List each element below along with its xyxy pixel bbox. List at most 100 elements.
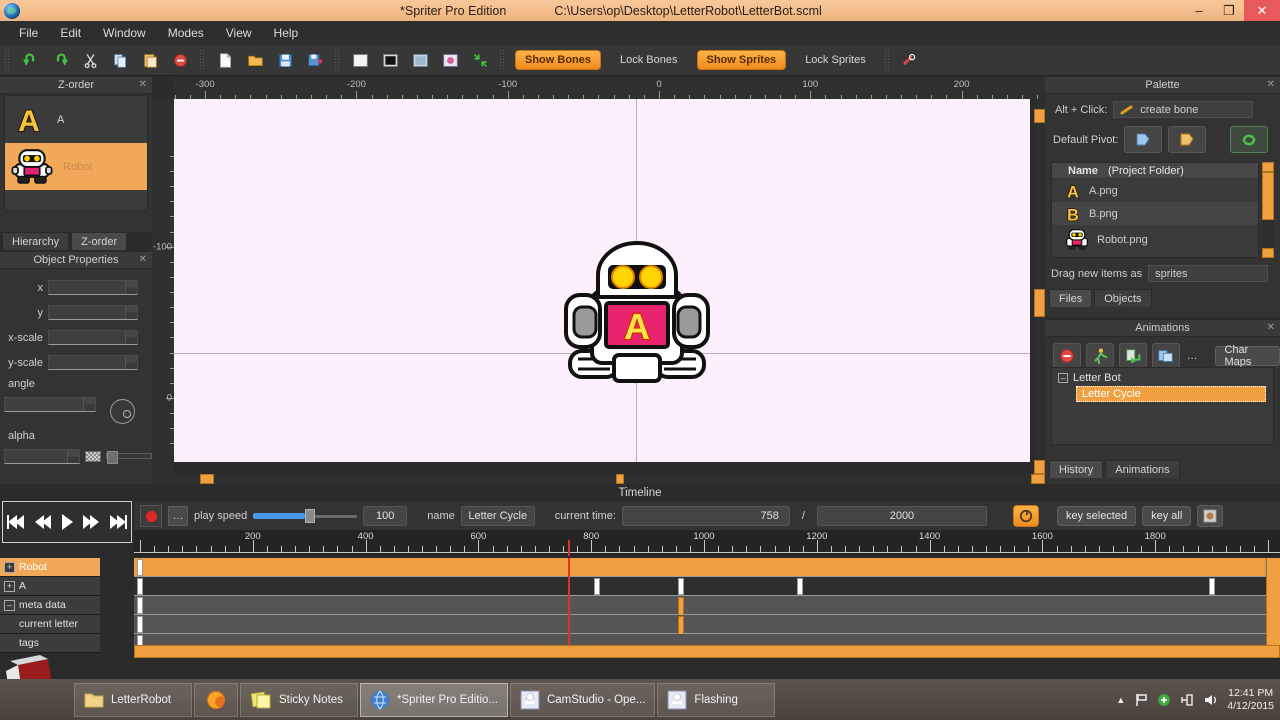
menu-view[interactable]: View — [215, 23, 263, 43]
show-bones-toggle[interactable]: Show Bones — [515, 50, 602, 70]
angle-dial[interactable] — [110, 399, 135, 424]
file-item-robot[interactable]: Robot.png — [1052, 225, 1258, 255]
toolbar-grip-3[interactable] — [334, 49, 341, 71]
clock[interactable]: 12:41 PM 4/12/2015 — [1227, 687, 1274, 713]
tab-hierarchy[interactable]: Hierarchy — [2, 232, 70, 250]
zorder-item-a[interactable]: A A — [5, 96, 147, 143]
play-icon[interactable] — [59, 512, 75, 532]
show-sprites-toggle[interactable]: Show Sprites — [696, 50, 787, 70]
new-file-icon[interactable] — [212, 48, 238, 72]
play-speed-value[interactable]: 100 — [363, 506, 408, 526]
y-scale-field[interactable] — [48, 355, 138, 370]
pivot-orange-icon[interactable] — [1168, 126, 1207, 153]
keyframe-marker[interactable] — [137, 578, 143, 595]
canvas-scrollbar-horizontal[interactable] — [174, 474, 1045, 484]
more-icon[interactable]: … — [168, 506, 188, 526]
toolbar-grip[interactable] — [4, 49, 11, 71]
menu-help[interactable]: Help — [263, 23, 310, 43]
delete-icon[interactable] — [167, 48, 193, 72]
track-label-current-letter[interactable]: current letter — [0, 615, 100, 634]
save-icon[interactable] — [272, 48, 298, 72]
expander-icon[interactable]: – — [1058, 373, 1068, 383]
animation-item-letter-cycle[interactable]: Letter Cycle — [1076, 386, 1266, 402]
robot-sprite[interactable]: A — [562, 239, 712, 399]
undo-icon[interactable] — [17, 48, 43, 72]
angle-field[interactable] — [4, 397, 96, 412]
play-speed-slider[interactable] — [253, 509, 358, 523]
total-time-field[interactable]: 2000 — [816, 506, 987, 526]
taskbar-item-spriter[interactable]: *Spriter Pro Editio... — [360, 682, 508, 717]
run-person-icon[interactable] — [1085, 343, 1114, 368]
copy-icon[interactable] — [107, 48, 133, 72]
sync-icon[interactable] — [1157, 693, 1171, 707]
keyframe-marker[interactable] — [1208, 578, 1215, 595]
taskbar-item-flashing[interactable]: Flashing — [657, 682, 776, 717]
timeline-playhead[interactable] — [567, 558, 570, 656]
pivot-blue-icon[interactable] — [1124, 126, 1163, 153]
track-label-a[interactable]: + A — [0, 577, 100, 596]
timeline-track-a[interactable] — [134, 577, 1280, 596]
taskbar-item-letterrobot[interactable]: LetterRobot — [74, 682, 192, 717]
keyframe-marker[interactable] — [593, 578, 600, 595]
toolbar-grip-5[interactable] — [883, 49, 891, 71]
alpha-slider[interactable] — [106, 451, 152, 464]
cut-icon[interactable] — [77, 48, 103, 72]
key-all-button[interactable]: key all — [1142, 506, 1192, 526]
taskbar-item-firefox[interactable] — [194, 682, 238, 717]
redo-icon[interactable] — [47, 48, 73, 72]
network-icon[interactable] — [1180, 693, 1194, 707]
zorder-item-robot[interactable]: Robot — [5, 143, 147, 190]
alt-click-mode-select[interactable]: create bone — [1113, 101, 1254, 118]
tab-animations[interactable]: Animations — [1105, 460, 1180, 478]
x-scale-field[interactable] — [48, 330, 138, 345]
paste-icon[interactable] — [137, 48, 163, 72]
timeline-track-meta-data[interactable] — [134, 596, 1280, 615]
tab-history[interactable]: History — [1049, 460, 1104, 478]
open-folder-icon[interactable] — [242, 48, 268, 72]
taskbar-item-sticky-notes[interactable]: Sticky Notes — [240, 682, 358, 717]
timeline-ruler[interactable]: 200 400 600 800 1000 1200 1400 1600 1800 — [134, 530, 1280, 556]
key-selected-button[interactable]: key selected — [1056, 506, 1137, 526]
copy-anim-icon[interactable] — [1151, 343, 1180, 368]
animation-name-field[interactable]: Letter Cycle — [460, 506, 535, 526]
y-field[interactable] — [48, 305, 138, 320]
keyframe-marker[interactable] — [796, 578, 803, 595]
keyframe-marker[interactable] — [137, 597, 143, 614]
loop-icon[interactable] — [1012, 505, 1039, 527]
menu-modes[interactable]: Modes — [157, 23, 215, 43]
toolbar-grip-4[interactable] — [499, 49, 506, 71]
menu-file[interactable]: File — [8, 23, 49, 43]
flag-icon[interactable] — [1134, 693, 1148, 707]
tab-zorder[interactable]: Z-order — [71, 232, 128, 250]
volume-icon[interactable] — [1203, 693, 1218, 707]
bone-icon[interactable] — [897, 48, 923, 72]
x-field[interactable] — [48, 280, 138, 295]
toolbar-grip-2[interactable] — [199, 49, 206, 71]
track-label-meta-data[interactable]: – meta data — [0, 596, 100, 615]
palette-scrollbar[interactable] — [1262, 162, 1274, 258]
show-hidden-icon[interactable]: ▲ — [1116, 695, 1125, 705]
skip-back-icon[interactable] — [6, 513, 26, 531]
rewind-icon[interactable] — [33, 513, 53, 531]
track-label-tags[interactable]: tags — [0, 634, 100, 653]
expander-icon[interactable]: – — [4, 599, 15, 611]
add-anim-icon[interactable] — [1118, 343, 1147, 368]
timeline-tracks[interactable] — [134, 558, 1280, 656]
canvas-stage[interactable]: A — [174, 99, 1030, 462]
delete-red-icon[interactable] — [1053, 343, 1081, 368]
tab-objects[interactable]: Objects — [1094, 289, 1152, 307]
fast-forward-icon[interactable] — [81, 513, 101, 531]
white-square-icon[interactable] — [347, 48, 373, 72]
timeline-bottom-scrollbar[interactable] — [134, 645, 1280, 658]
close-icon[interactable]: ✕ — [1267, 79, 1275, 90]
file-item-b[interactable]: B B.png — [1052, 202, 1258, 225]
close-icon[interactable]: ✕ — [1267, 322, 1275, 333]
expander-icon[interactable]: + — [4, 580, 15, 592]
animation-entity-letter-bot[interactable]: – Letter Bot — [1052, 368, 1273, 384]
skip-forward-icon[interactable] — [108, 513, 128, 531]
keyframe-marker[interactable] — [678, 578, 685, 595]
alpha-field[interactable] — [4, 448, 80, 464]
save-as-icon[interactable] — [302, 48, 328, 72]
record-icon[interactable] — [140, 505, 162, 527]
tab-files[interactable]: Files — [1049, 289, 1093, 307]
